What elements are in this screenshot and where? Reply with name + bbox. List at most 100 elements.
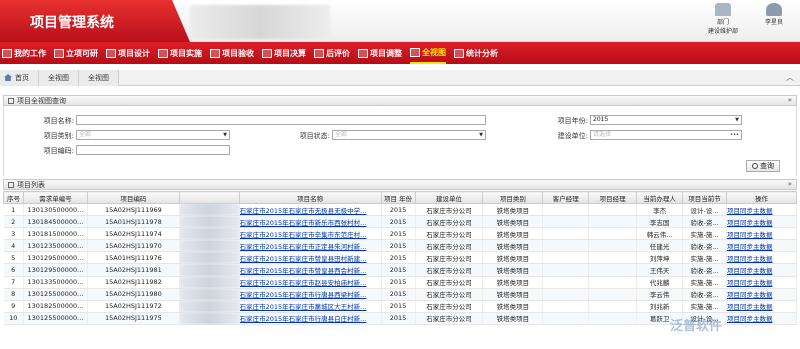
table-row[interactable]: 4 130123500000... 15A02HSJ111970 石家庄市2015年石… xyxy=(3,239,798,253)
tab-full-view-1[interactable]: 全视图 xyxy=(39,69,79,86)
table-cell[interactable]: 石家庄市2015年石家庄市赞皇县西会村新... xyxy=(239,263,382,277)
name-input[interactable] xyxy=(76,115,486,125)
col-header[interactable]: 客户经理 xyxy=(542,191,590,204)
table-cell[interactable]: 项目同步主数据 xyxy=(726,227,798,241)
user-link[interactable]: 李星良 xyxy=(754,3,794,26)
query-button[interactable]: 查询 xyxy=(746,160,780,172)
tab-full-view-2[interactable]: 全视图 xyxy=(79,69,119,86)
table-cell: 15A02HSJ111972 xyxy=(87,300,180,313)
col-header[interactable]: 项目名称 xyxy=(238,191,382,204)
chevron-down-icon: ▼ xyxy=(735,117,739,123)
table-cell xyxy=(542,263,590,277)
table-cell[interactable]: 石家庄市2015年石家庄市辛集市东范庄村... xyxy=(239,227,382,241)
col-header[interactable]: 项目经理 xyxy=(588,191,638,204)
nav-full-view[interactable]: 全视图 xyxy=(410,42,446,64)
collapse-icon[interactable]: » xyxy=(788,180,792,188)
table-cell: 2015 xyxy=(381,276,416,289)
table-cell xyxy=(179,251,240,265)
col-header[interactable]: 项目类别 xyxy=(482,191,544,204)
col-header[interactable]: 当前办理人 xyxy=(636,191,684,204)
col-header[interactable]: 序号 xyxy=(3,191,24,204)
chevron-up-icon[interactable]: ︿ xyxy=(786,72,794,83)
code-input[interactable] xyxy=(76,145,230,155)
nav-implementation[interactable]: 项目实施 xyxy=(158,42,202,64)
table-cell: 实施-施... xyxy=(682,300,727,313)
table-cell: 李云伟 xyxy=(636,288,684,301)
table-cell: 验收-资... xyxy=(682,239,727,253)
year-select[interactable]: 2015 ▼ xyxy=(590,115,742,125)
table-cell: 石家庄市分公司 xyxy=(415,215,484,229)
table-cell xyxy=(542,227,590,241)
user-icon xyxy=(766,3,782,16)
table-row[interactable]: 1 130130500000... 15A02HSJ111969 石家庄市2015年石… xyxy=(3,203,798,217)
table-cell[interactable]: 项目同步主数据 xyxy=(726,203,798,217)
chevron-down-icon: ▼ xyxy=(223,132,227,138)
table-row[interactable]: 8 130125500000... 15A02HSJ111980 石家庄市2015年石… xyxy=(3,288,798,301)
table-cell: 石家庄市分公司 xyxy=(415,276,484,289)
table-cell[interactable]: 项目同步主数据 xyxy=(726,215,798,229)
table-cell: 2015 xyxy=(381,251,416,265)
col-header[interactable]: 操作 xyxy=(725,191,798,204)
table-cell[interactable]: 项目同步主数据 xyxy=(726,300,798,313)
nav-initiation[interactable]: 立项可研 xyxy=(54,42,98,64)
department-link[interactable]: 部门 建设维护部 xyxy=(698,3,748,35)
app-header: 项目管理系统 部门 建设维护部 李星良 xyxy=(0,0,800,42)
table-cell: 石家庄市分公司 xyxy=(415,312,484,325)
table-cell[interactable]: 项目同步主数据 xyxy=(726,239,798,253)
table-cell[interactable]: 石家庄市2015年石家庄市行唐县白庄村新... xyxy=(239,312,382,325)
table-cell[interactable]: 项目同步主数据 xyxy=(726,263,798,277)
unit-label: 建设单位: xyxy=(557,132,588,140)
nav-icon xyxy=(358,48,368,58)
nav-design[interactable]: 项目设计 xyxy=(106,42,150,64)
home-icon xyxy=(4,74,12,81)
table-cell[interactable]: 石家庄市2015年石家庄市正定县朱河村新... xyxy=(239,239,382,253)
col-header[interactable]: 项目当前节 xyxy=(682,191,727,204)
table-cell[interactable]: 石家庄市2015年石家庄市赞皇县田村新建... xyxy=(239,251,382,265)
nav-icon xyxy=(2,48,12,58)
table-cell[interactable]: 石家庄市2015年石家庄市藁城区大王村新... xyxy=(239,300,382,313)
nav-settlement[interactable]: 项目决算 xyxy=(262,42,306,64)
table-cell: 铁塔类项目 xyxy=(482,239,544,253)
nav-adjustment[interactable]: 项目调整 xyxy=(358,42,402,64)
table-cell[interactable]: 石家庄市2015年石家庄市新乐市西张村村... xyxy=(239,215,382,229)
query-panel-title: 项目全视图查询 » xyxy=(3,95,797,106)
table-cell xyxy=(179,263,240,277)
col-header[interactable]: 建设单位 xyxy=(414,191,484,204)
collapse-icon[interactable]: » xyxy=(788,96,792,104)
table-cell[interactable]: 项目同步主数据 xyxy=(726,288,798,301)
table-cell: 铁塔类项目 xyxy=(482,203,544,217)
table-cell: 刘萍坤 xyxy=(636,251,684,265)
nav-evaluation[interactable]: 后评价 xyxy=(314,42,350,64)
table-cell: 实施-施... xyxy=(682,251,727,265)
app-title: 项目管理系统 xyxy=(0,0,190,42)
table-cell: 15A02HSJ111974 xyxy=(87,227,180,241)
table-cell[interactable]: 项目同步主数据 xyxy=(726,276,798,289)
nav-acceptance[interactable]: 项目验收 xyxy=(210,42,254,64)
table-cell[interactable]: 石家庄市2015年石家庄市行唐县西梁村新... xyxy=(239,288,382,301)
table-cell: 130182500000... xyxy=(23,300,88,313)
status-select[interactable]: 全部 ▼ xyxy=(332,130,486,140)
col-header[interactable]: 项目编码 xyxy=(86,191,180,204)
table-row[interactable]: 2 130184500000... 15A01HSJ111978 石家庄市2015年石… xyxy=(3,215,798,229)
table-cell: 130181500000... xyxy=(23,227,88,241)
table-cell: 石家庄市分公司 xyxy=(415,288,484,301)
table-row[interactable]: 6 130129500000... 15A02HSJ111981 石家庄市2015年石… xyxy=(3,263,798,277)
table-cell: 石家庄市分公司 xyxy=(415,203,484,217)
table-row[interactable]: 9 130182500000... 15A02HSJ111972 石家庄市2015年石… xyxy=(3,300,798,313)
table-cell[interactable]: 石家庄市2015年石家庄市赵县安柏庙村新... xyxy=(239,276,382,289)
col-header[interactable]: 项目 年份 xyxy=(380,191,416,204)
table-cell xyxy=(588,251,638,265)
nav-my-work[interactable]: 我的工作 xyxy=(2,42,46,64)
table-row[interactable]: 3 130181500000... 15A02HSJ111974 石家庄市2015年石… xyxy=(3,227,798,241)
table-row[interactable]: 7 130133500000... 15A02HSJ111982 石家庄市2015年石… xyxy=(3,276,798,289)
table-cell: 铁塔类项目 xyxy=(482,251,544,265)
nav-statistics[interactable]: 统计分析 xyxy=(454,42,498,64)
table-row[interactable]: 5 130129500000... 15A01HSJ111976 石家庄市2015年石… xyxy=(3,251,798,265)
table-cell[interactable]: 项目同步主数据 xyxy=(726,251,798,265)
table-cell[interactable]: 石家庄市2015年石家庄市无极县无极中学... xyxy=(239,203,382,217)
tab-home[interactable]: 首页 xyxy=(0,69,39,86)
unit-picker[interactable]: 请选择 ••• xyxy=(590,130,742,140)
col-header[interactable]: 需求单编号 xyxy=(22,191,88,204)
type-select[interactable]: 全部 ▼ xyxy=(76,130,230,140)
table-cell: 2015 xyxy=(381,215,416,229)
